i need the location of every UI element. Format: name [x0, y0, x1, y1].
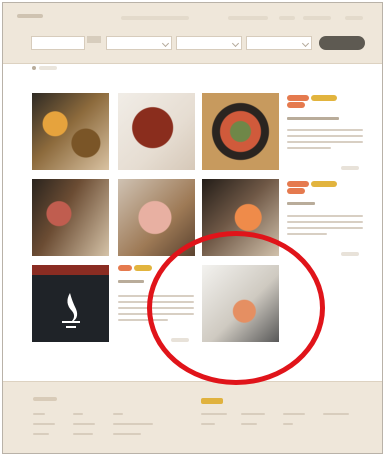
- tag-group: [287, 95, 357, 108]
- card-title[interactable]: [287, 202, 315, 205]
- food-tile-2[interactable]: [118, 93, 195, 170]
- food-tile-4[interactable]: [32, 179, 109, 256]
- genre-select[interactable]: [176, 36, 242, 50]
- card-text-line: [287, 147, 331, 149]
- footer-link[interactable]: [201, 413, 227, 415]
- page-frame: [2, 2, 383, 454]
- brand-logo-icon: [32, 275, 109, 342]
- site-logo[interactable]: [17, 14, 43, 18]
- home-icon[interactable]: [32, 66, 36, 70]
- tag-badge: [287, 95, 309, 101]
- footer-link[interactable]: [113, 433, 141, 435]
- tag-badge: [287, 181, 309, 187]
- card-title[interactable]: [118, 280, 144, 283]
- card-text-line: [287, 215, 363, 217]
- footer-link[interactable]: [33, 433, 49, 435]
- header-nav-placeholder: [121, 16, 189, 20]
- chevron-down-icon: [231, 39, 240, 48]
- red-highlight-annotation: [147, 231, 325, 385]
- card-text-line: [287, 129, 363, 131]
- chevron-down-icon: [301, 39, 310, 48]
- footer-link[interactable]: [113, 413, 123, 415]
- footer-link[interactable]: [33, 413, 45, 415]
- footer-logo[interactable]: [33, 397, 57, 401]
- food-tile-7[interactable]: [32, 265, 109, 342]
- footer-link[interactable]: [201, 423, 215, 425]
- footer-link[interactable]: [73, 413, 83, 415]
- site-footer: [3, 381, 382, 453]
- search-add-button[interactable]: [87, 36, 101, 43]
- footer-link[interactable]: [113, 423, 153, 425]
- tag-badge: [311, 95, 337, 101]
- header-nav-placeholder: [228, 16, 268, 20]
- footer-link[interactable]: [73, 423, 95, 425]
- footer-badge: [201, 398, 223, 404]
- breadcrumb[interactable]: [39, 66, 57, 70]
- footer-link[interactable]: [241, 413, 265, 415]
- food-tile-1[interactable]: [32, 93, 109, 170]
- tag-group: [287, 181, 357, 194]
- price-select[interactable]: [246, 36, 312, 50]
- footer-link[interactable]: [241, 423, 257, 425]
- card-text-line: [287, 233, 327, 235]
- search-input[interactable]: [31, 36, 85, 50]
- footer-link[interactable]: [323, 413, 349, 415]
- tag-badge: [118, 265, 132, 271]
- card-text-line: [287, 227, 363, 229]
- card-text-line: [287, 221, 363, 223]
- footer-link[interactable]: [283, 413, 305, 415]
- more-link[interactable]: [341, 166, 359, 170]
- site-header: [3, 3, 382, 64]
- header-nav-placeholder: [279, 16, 295, 20]
- tag-badge: [287, 188, 305, 194]
- footer-link[interactable]: [283, 423, 293, 425]
- tag-badge: [134, 265, 152, 271]
- tag-badge: [311, 181, 337, 187]
- area-select[interactable]: [106, 36, 172, 50]
- search-button[interactable]: [319, 36, 365, 50]
- footer-link[interactable]: [73, 433, 93, 435]
- food-tile-3[interactable]: [202, 93, 279, 170]
- header-nav-placeholder: [345, 16, 363, 20]
- tag-badge: [287, 102, 305, 108]
- chevron-down-icon: [161, 39, 170, 48]
- header-nav-placeholder: [303, 16, 331, 20]
- card-text-line: [287, 141, 363, 143]
- more-link[interactable]: [341, 252, 359, 256]
- card-text-line: [287, 135, 363, 137]
- footer-link[interactable]: [33, 423, 55, 425]
- card-title[interactable]: [287, 117, 339, 120]
